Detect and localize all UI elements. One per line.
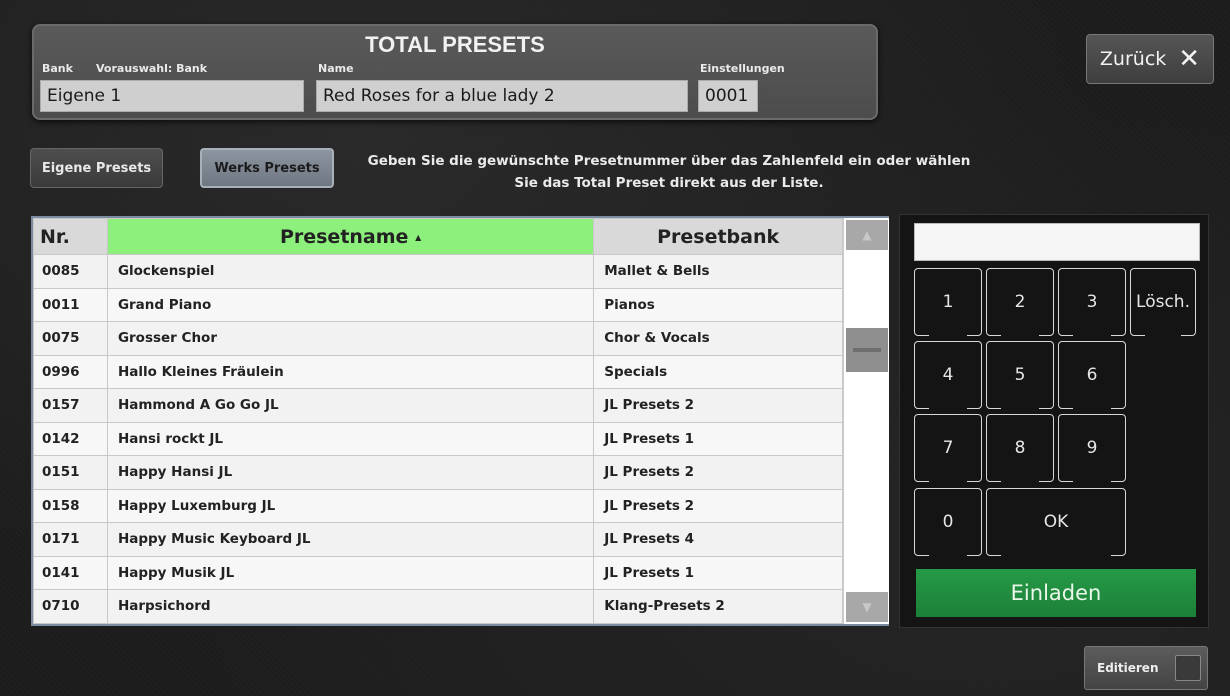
cell-nr: 0075	[33, 321, 108, 356]
sort-ascending-icon: ▲	[415, 232, 422, 242]
instruction-line-2: Sie das Total Preset direkt aus der List…	[514, 175, 824, 191]
table-row[interactable]: 0158 Happy Luxemburg JL JL Presets 2	[33, 488, 843, 523]
scroll-down-arrow-icon[interactable]: ▼	[846, 592, 888, 622]
table-row[interactable]: 0171 Happy Music Keyboard JL JL Presets 4	[33, 522, 843, 557]
back-button[interactable]: Zurück ✕	[1086, 34, 1214, 84]
key-5[interactable]: 5	[986, 341, 1054, 410]
table-row[interactable]: 0085 Glockenspiel Mallet & Bells	[33, 254, 843, 289]
cell-presetname: Grand Piano	[106, 287, 595, 322]
table-row[interactable]: 0141 Happy Musik JL JL Presets 1	[33, 555, 843, 590]
table-row[interactable]: 0011 Grand Piano Pianos	[33, 287, 843, 322]
cell-presetbank: Chor & Vocals	[593, 321, 843, 356]
cell-nr: 0142	[33, 421, 108, 456]
cell-presetbank: JL Presets 2	[593, 455, 843, 490]
cell-presetname: Harpsichord	[106, 589, 595, 624]
close-icon: ✕	[1178, 44, 1201, 74]
cell-presetbank: Mallet & Bells	[593, 254, 843, 289]
cell-nr: 0710	[33, 589, 108, 624]
cell-nr: 0085	[33, 254, 108, 289]
instruction-text: Geben Sie die gewünschte Presetnummer üb…	[344, 150, 994, 194]
column-header-nr[interactable]: Nr.	[33, 218, 108, 255]
key-1[interactable]: 1	[914, 268, 982, 337]
preselect-label: Vorauswahl: Bank	[96, 62, 208, 75]
settings-field[interactable]: 0001	[698, 80, 758, 112]
key-9[interactable]: 9	[1058, 414, 1126, 483]
key-6[interactable]: 6	[1058, 341, 1126, 410]
edit-button-label: Editieren	[1097, 661, 1159, 675]
preset-name-field[interactable]: Red Roses for a blue lady 2	[316, 80, 688, 112]
number-input[interactable]	[914, 223, 1200, 261]
key-3[interactable]: 3	[1058, 268, 1126, 337]
column-header-presetname[interactable]: Presetname ▲	[106, 218, 595, 255]
scroll-thumb[interactable]	[846, 328, 888, 372]
preset-table: Nr. Presetname ▲ Presetbank 0085 Glockens…	[31, 216, 889, 626]
edit-button[interactable]: Editieren	[1084, 646, 1208, 690]
key-delete[interactable]: Lösch.	[1130, 268, 1196, 337]
tab-own-presets[interactable]: Eigene Presets	[30, 148, 163, 188]
name-label: Name	[318, 62, 354, 75]
cell-nr: 0011	[33, 287, 108, 322]
instruction-line-1: Geben Sie die gewünschte Presetnummer üb…	[367, 153, 971, 169]
load-button[interactable]: Einladen	[916, 569, 1196, 617]
table-row[interactable]: 0710 Harpsichord Klang-Presets 2	[33, 589, 843, 624]
cell-presetname: Happy Music Keyboard JL	[106, 522, 595, 557]
cell-nr: 0157	[33, 388, 108, 423]
cell-presetname: Glockenspiel	[106, 254, 595, 289]
cell-presetbank: JL Presets 4	[593, 522, 843, 557]
table-row[interactable]: 0157 Hammond A Go Go JL JL Presets 2	[33, 388, 843, 423]
key-7[interactable]: 7	[914, 414, 982, 483]
cell-presetname: Happy Luxemburg JL	[106, 488, 595, 523]
cell-presetname: Hallo Kleines Fräulein	[106, 354, 595, 389]
cell-presetbank: Specials	[593, 354, 843, 389]
table-row[interactable]: 0142 Hansi rockt JL JL Presets 1	[33, 421, 843, 456]
cell-presetname: Hansi rockt JL	[106, 421, 595, 456]
cell-nr: 0996	[33, 354, 108, 389]
bank-label: Bank	[42, 62, 73, 75]
cell-presetname: Hammond A Go Go JL	[106, 388, 595, 423]
back-button-label: Zurück	[1099, 48, 1167, 70]
table-row[interactable]: 0996 Hallo Kleines Fräulein Specials	[33, 354, 843, 389]
cell-nr: 0171	[33, 522, 108, 557]
key-ok[interactable]: OK	[986, 488, 1126, 557]
settings-label: Einstellungen	[700, 62, 785, 75]
page-title: TOTAL PRESETS	[365, 32, 545, 57]
presetname-header-label: Presetname	[279, 225, 409, 248]
cell-presetbank: JL Presets 1	[593, 421, 843, 456]
column-header-presetbank[interactable]: Presetbank	[593, 218, 843, 255]
cell-presetbank: JL Presets 2	[593, 388, 843, 423]
cell-presetname: Happy Musik JL	[106, 555, 595, 590]
cell-presetbank: Klang-Presets 2	[593, 589, 843, 624]
bank-field[interactable]: Eigene 1	[40, 80, 304, 112]
table-row[interactable]: 0075 Grosser Chor Chor & Vocals	[33, 321, 843, 356]
cell-presetbank: JL Presets 2	[593, 488, 843, 523]
cell-presetbank: JL Presets 1	[593, 555, 843, 590]
key-4[interactable]: 4	[914, 341, 982, 410]
scroll-up-arrow-icon[interactable]: ▲	[846, 220, 888, 250]
numpad-panel: 1 2 3 Lösch. 4 5 6 7 8 9 0 OK Einladen	[899, 214, 1209, 628]
key-0[interactable]: 0	[914, 488, 982, 557]
cell-presetname: Grosser Chor	[106, 321, 595, 356]
cell-nr: 0151	[33, 455, 108, 490]
key-2[interactable]: 2	[986, 268, 1054, 337]
grip-icon	[853, 348, 881, 352]
table-row[interactable]: 0151 Happy Hansi JL JL Presets 2	[33, 455, 843, 490]
table-scrollbar[interactable]: ▲ ▼	[843, 218, 889, 624]
cell-presetname: Happy Hansi JL	[106, 455, 595, 490]
key-8[interactable]: 8	[986, 414, 1054, 483]
edit-toggle-indicator[interactable]	[1175, 655, 1201, 681]
cell-nr: 0141	[33, 555, 108, 590]
header-panel: TOTAL PRESETS Bank Vorauswahl: Bank Name…	[32, 24, 878, 120]
tab-works-presets[interactable]: Werks Presets	[200, 148, 334, 188]
cell-presetbank: Pianos	[593, 287, 843, 322]
cell-nr: 0158	[33, 488, 108, 523]
